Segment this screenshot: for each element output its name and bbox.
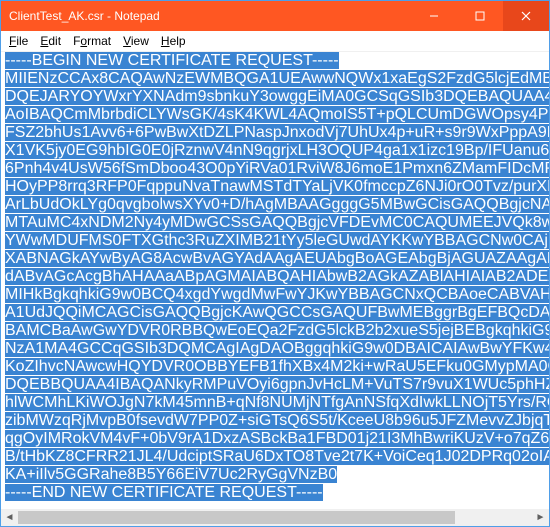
scroll-left-arrow[interactable]: ◄ [1, 509, 18, 526]
text-line: HOyPP8rrq3RFP0FqppuNvaTnawMSTdTYaLjVK0fm… [5, 178, 545, 196]
scroll-right-arrow[interactable]: ► [532, 509, 549, 526]
text-line: DQEJARYOYWxrYXNAdm9sbnkuY3owggEiMA0GCSqG… [5, 88, 545, 106]
text-line: MIHkBgkqhkiG9w0BCQ4xgdYwgdMwFwYJKwYBBAGC… [5, 286, 545, 304]
text-line: A1UdJQQiMCAGCisGAQQBgjcKAwQGCCsGAQUFBwME… [5, 304, 545, 322]
text-line: FSZ2bhUs1Avv6+6PwBwXtDZLPNaspJnxodVj7UhU… [5, 124, 545, 142]
text-line: NzA1MA4GCCqGSIb3DQMCAgIAgDAOBggqhkiG9w0D… [5, 340, 545, 358]
minimize-button[interactable] [411, 1, 457, 31]
text-line: XABNAGkAYwByAG8AcwBvAGYAdAAgAEUAbgBoAGEA… [5, 250, 545, 268]
menu-file[interactable]: File [3, 33, 34, 49]
text-line: -----END NEW CERTIFICATE REQUEST----- [5, 484, 545, 502]
text-content[interactable]: -----BEGIN NEW CERTIFICATE REQUEST-----M… [1, 52, 549, 509]
text-line: B/tHbKZ8CFRR21JL4/UdciptSRaU6DxTO8Tve2t7… [5, 448, 545, 466]
text-line: MIIENzCCAx8CAQAwNzEWMBQGA1UEAwwNQWx1xaEg… [5, 70, 545, 88]
menubar: File Edit Format View Help [1, 31, 549, 52]
text-line: dABvAGcAcgBhAHAAaABpAGMAIABQAHIAbwB2AGkA… [5, 268, 545, 286]
text-line: DQEBBQUAA4IBAQANkyRMPuVOyi6gpnJvHcLM+VuT… [5, 376, 545, 394]
text-line: KoZIhvcNAwcwHQYDVR0OBBYEFB1fhXBx4M2ki+wR… [5, 358, 545, 376]
menu-edit[interactable]: Edit [34, 33, 67, 49]
text-line: BAMCBaAwGwYDVR0RBBQwEoEQa2FzdG5lckB2b2xu… [5, 322, 545, 340]
text-line: YWwMDUFMS0FTXGthc3RuZXIMB21tYy5leGUwdAYK… [5, 232, 545, 250]
menu-help[interactable]: Help [155, 33, 192, 49]
scroll-track[interactable] [18, 509, 532, 526]
text-line: -----BEGIN NEW CERTIFICATE REQUEST----- [5, 52, 545, 70]
menu-format[interactable]: Format [67, 33, 117, 49]
text-line: qgOyIMRokVM4vF+0bV9rA1DxzASBckBa1FBD01j2… [5, 430, 545, 448]
text-line: ArLbUdOkLYg0qvgbolwsXYv0+D/hAgMBAAGgggG5… [5, 196, 545, 214]
text-line: KA+iIlv5GGRahe8B5Y66EiV7Uc2RyGgVNzB0 [5, 466, 545, 484]
notepad-window: ClientTest_AK.csr - Notepad File Edit Fo… [0, 0, 550, 527]
editor-area: -----BEGIN NEW CERTIFICATE REQUEST-----M… [1, 52, 549, 526]
text-line: X1VK5jy0EG9hbIG0E0jRznwV4nN9qgrjxLH3OQUP… [5, 142, 545, 160]
window-title: ClientTest_AK.csr - Notepad [1, 9, 160, 23]
text-line: 6Pnh4v4UsW56fSmDboo43O0pYiRVa01RviW8J6mo… [5, 160, 545, 178]
scroll-thumb[interactable] [18, 511, 455, 524]
menu-view[interactable]: View [117, 33, 155, 49]
text-line: zibMWzqRjMvpB0fsevdW7PP0Z+siGTsQ6S5t/Kce… [5, 412, 545, 430]
maximize-button[interactable] [457, 1, 503, 31]
close-button[interactable] [503, 1, 549, 31]
text-line: AoIBAQCmMbrbdiCLYWsGK/4sK4KWL4AQmoIS5T+p… [5, 106, 545, 124]
horizontal-scrollbar[interactable]: ◄ ► [1, 509, 549, 526]
titlebar[interactable]: ClientTest_AK.csr - Notepad [1, 1, 549, 31]
text-line: MTAuMC4xNDM2Ny4yMDwGCSsGAQQBgjcVFDEvMC0C… [5, 214, 545, 232]
text-line: hlWCMhLKiWOJgN7kM45mnB+qNf8NUMjNTfgAnNSf… [5, 394, 545, 412]
